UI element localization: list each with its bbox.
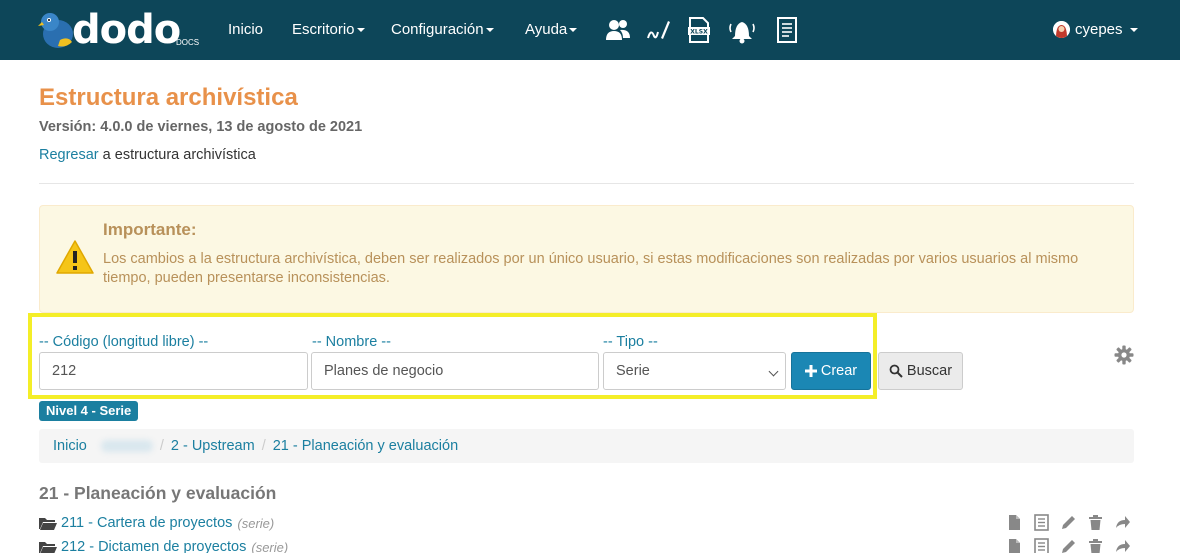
nav-escritorio-label: Escritorio xyxy=(292,21,355,38)
row-actions xyxy=(1006,536,1131,553)
users-icon[interactable] xyxy=(605,16,631,44)
alert-body: Los cambios a la estructura archivística… xyxy=(103,251,1079,286)
nav-configuracion[interactable]: Configuración xyxy=(391,21,494,39)
warning-alert: Importante: Los cambios a la estructura … xyxy=(39,205,1134,313)
crear-button[interactable]: Crear xyxy=(791,352,871,390)
file-icon[interactable] xyxy=(1006,514,1023,531)
nombre-input[interactable]: Planes de negocio xyxy=(311,352,599,390)
breadcrumb-item-upstream[interactable]: 2 - Upstream xyxy=(171,438,255,454)
navbar: dodo DOCS Inicio Escritorio Configuració… xyxy=(0,0,1180,60)
row-actions xyxy=(1006,512,1131,532)
move-icon[interactable] xyxy=(1114,514,1131,531)
plus-icon xyxy=(804,365,817,377)
caret-down-icon xyxy=(485,28,494,33)
back-line: Regresar a estructura archivística xyxy=(39,147,256,163)
tipo-select[interactable]: Serie xyxy=(603,352,786,390)
list-item: 211 - Cartera de proyectos (serie) xyxy=(39,513,274,533)
search-icon xyxy=(889,364,903,378)
list-icon[interactable] xyxy=(1033,537,1050,553)
folder-open-icon xyxy=(39,542,57,553)
nav-escritorio[interactable]: Escritorio xyxy=(292,21,365,39)
username: cyepes xyxy=(1075,21,1123,38)
list-item-link[interactable]: 212 - Dictamen de proyectos xyxy=(61,539,246,553)
file-icon[interactable] xyxy=(1006,538,1023,553)
nav-ayuda[interactable]: Ayuda xyxy=(525,21,578,39)
breadcrumb-item-inicio[interactable]: Inicio xyxy=(53,438,87,454)
chevron-down-icon xyxy=(768,366,779,377)
folder-open-icon xyxy=(39,518,57,530)
list-item: 212 - Dictamen de proyectos (serie) xyxy=(39,537,288,553)
nav-configuracion-label: Configuración xyxy=(391,21,484,38)
logo-text: dodo xyxy=(72,7,181,53)
signature-icon[interactable] xyxy=(645,16,671,44)
divider xyxy=(39,183,1134,184)
nav-inicio[interactable]: Inicio xyxy=(228,21,263,39)
document-list-icon[interactable] xyxy=(774,16,800,44)
breadcrumb-item-planeacion[interactable]: 21 - Planeación y evaluación xyxy=(273,438,458,454)
version-text: Versión: 4.0.0 de viernes, 13 de agosto … xyxy=(39,119,363,135)
nav-ayuda-label: Ayuda xyxy=(525,21,568,38)
page-title: Estructura archivística xyxy=(39,84,298,111)
back-text: a estructura archivística xyxy=(98,147,256,163)
svg-text:XLSX: XLSX xyxy=(690,29,708,36)
dodo-logo[interactable]: dodo DOCS xyxy=(38,7,203,53)
avatar xyxy=(1053,21,1070,38)
level-badge: Nivel 4 - Serie xyxy=(39,401,139,421)
breadcrumb-item-redacted[interactable] xyxy=(100,440,153,452)
caret-down-icon xyxy=(569,28,578,33)
gear-icon[interactable] xyxy=(1114,345,1134,365)
list-item-link[interactable]: 211 - Cartera de proyectos xyxy=(61,515,232,531)
move-icon[interactable] xyxy=(1114,538,1131,553)
user-menu[interactable]: cyepes xyxy=(1053,21,1138,38)
breadcrumb-separator: / xyxy=(261,438,266,454)
buscar-button[interactable]: Buscar xyxy=(878,352,963,390)
caret-down-icon xyxy=(356,28,365,33)
xlsx-icon[interactable]: XLSX xyxy=(686,16,712,44)
list-item-type: (serie) xyxy=(237,515,275,531)
list-icon[interactable] xyxy=(1033,513,1050,531)
section-title: 21 - Planeación y evaluación xyxy=(39,483,277,503)
warning-icon xyxy=(56,240,94,274)
nav-inicio-label: Inicio xyxy=(228,21,264,38)
crear-label: Crear xyxy=(820,363,858,379)
alert-title: Importante: xyxy=(103,220,197,239)
caret-down-icon xyxy=(1129,27,1138,32)
breadcrumb-separator: / xyxy=(159,438,164,454)
codigo-label: -- Código (longitud libre) -- xyxy=(39,334,209,350)
edit-icon[interactable] xyxy=(1060,538,1077,553)
trash-icon[interactable] xyxy=(1087,514,1104,531)
logo-subtext: DOCS xyxy=(176,38,200,47)
nombre-label: -- Nombre -- xyxy=(312,334,391,350)
back-link[interactable]: Regresar xyxy=(39,147,99,163)
trash-icon[interactable] xyxy=(1087,538,1104,553)
dodo-bird-icon xyxy=(38,13,73,48)
tipo-select-value: Serie xyxy=(616,363,650,379)
breadcrumb: Inicio / 2 - Upstream / 21 - Planeación … xyxy=(39,429,1134,463)
bell-icon[interactable] xyxy=(727,16,757,44)
list-item-type: (serie) xyxy=(251,539,289,553)
edit-icon[interactable] xyxy=(1060,514,1077,531)
tipo-label: -- Tipo -- xyxy=(603,334,658,350)
buscar-label: Buscar xyxy=(906,363,953,379)
codigo-input[interactable]: 212 xyxy=(39,352,308,390)
